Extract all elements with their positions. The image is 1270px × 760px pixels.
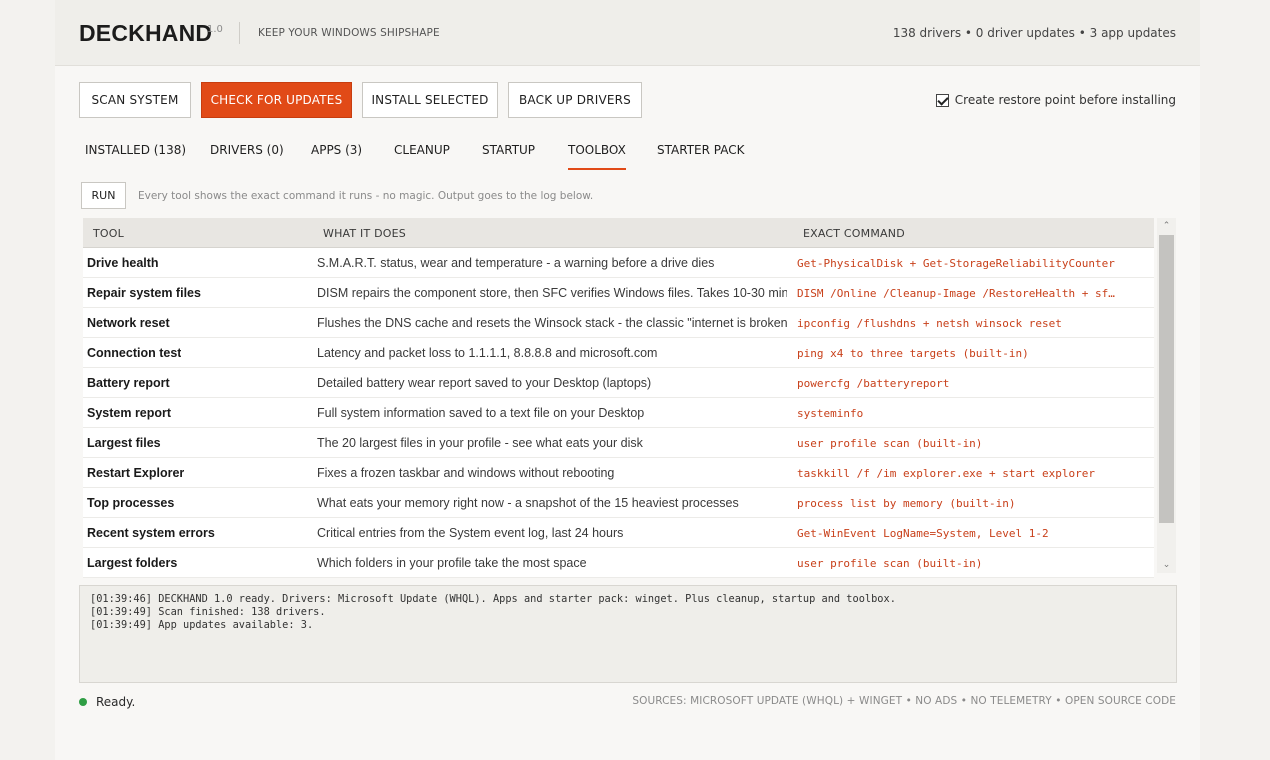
- tab-apps[interactable]: APPS (3): [311, 140, 362, 170]
- restore-point-checkbox[interactable]: [935, 93, 949, 107]
- sources-footer: SOURCES: MICROSOFT UPDATE (WHQL) + WINGE…: [632, 695, 1176, 707]
- output-log[interactable]: [01:39:46] DECKHAND 1.0 ready. Drivers: …: [79, 585, 1177, 683]
- table-row[interactable]: Repair system files DISM repairs the com…: [83, 278, 1154, 308]
- table-row[interactable]: Connection test Latency and packet loss …: [83, 338, 1154, 368]
- tool-name: Connection test: [87, 346, 182, 360]
- app-window: DECKHAND 1.0 KEEP YOUR WINDOWS SHIPSHAPE…: [55, 0, 1200, 760]
- log-line: [01:39:49] Scan finished: 138 drivers.: [90, 606, 326, 618]
- tab-toolbox[interactable]: TOOLBOX: [568, 140, 626, 170]
- toolbox-hint: Every tool shows the exact command it ru…: [138, 190, 594, 202]
- table-row[interactable]: Top processes What eats your memory righ…: [83, 488, 1154, 518]
- table-row[interactable]: Drive health S.M.A.R.T. status, wear and…: [83, 248, 1154, 278]
- table-row[interactable]: Restart Explorer Fixes a frozen taskbar …: [83, 458, 1154, 488]
- back-up-drivers-button[interactable]: BACK UP DRIVERS: [508, 82, 642, 118]
- table-row[interactable]: Recent system errors Critical entries fr…: [83, 518, 1154, 548]
- column-header-command[interactable]: EXACT COMMAND: [803, 227, 905, 240]
- tool-name: Restart Explorer: [87, 466, 185, 480]
- tab-drivers[interactable]: DRIVERS (0): [210, 140, 284, 170]
- tool-command: systeminfo: [797, 407, 864, 420]
- table-header: TOOL WHAT IT DOES EXACT COMMAND: [83, 218, 1154, 248]
- tab-startup[interactable]: STARTUP: [482, 140, 535, 170]
- tool-name: Network reset: [87, 316, 170, 330]
- tool-command: taskkill /f /im explorer.exe + start exp…: [797, 467, 1096, 480]
- status-bar: Ready.: [79, 695, 135, 709]
- status-dot-icon: [79, 698, 87, 706]
- app-tagline: KEEP YOUR WINDOWS SHIPSHAPE: [258, 27, 440, 39]
- tool-command: powercfg /batteryreport: [797, 377, 950, 390]
- tool-description: Fixes a frozen taskbar and windows witho…: [317, 466, 615, 480]
- log-line: [01:39:49] App updates available: 3.: [90, 619, 314, 631]
- header-stats: 138 drivers • 0 driver updates • 3 app u…: [892, 26, 1176, 40]
- tool-command: user profile scan (built-in): [797, 437, 983, 450]
- tool-name: Drive health: [87, 256, 159, 270]
- tool-description: Latency and packet loss to 1.1.1.1, 8.8.…: [317, 346, 658, 360]
- tool-description: Flushes the DNS cache and resets the Win…: [317, 316, 787, 330]
- scroll-thumb[interactable]: [1159, 235, 1174, 523]
- run-button[interactable]: RUN: [81, 182, 126, 209]
- header: DECKHAND 1.0 KEEP YOUR WINDOWS SHIPSHAPE…: [55, 0, 1200, 66]
- tool-description: DISM repairs the component store, then S…: [317, 286, 787, 300]
- tool-name: Top processes: [87, 496, 175, 510]
- tool-description: Full system information saved to a text …: [317, 406, 645, 420]
- tool-command: ping x4 to three targets (built-in): [797, 347, 1029, 360]
- tool-description: S.M.A.R.T. status, wear and temperature …: [317, 256, 715, 270]
- tool-description: Critical entries from the System event l…: [317, 526, 624, 540]
- table-row[interactable]: Network reset Flushes the DNS cache and …: [83, 308, 1154, 338]
- tool-description: Detailed battery wear report saved to yo…: [317, 376, 652, 390]
- app-logo: DECKHAND: [79, 20, 213, 46]
- tab-cleanup[interactable]: CLEANUP: [394, 140, 450, 170]
- log-line: [01:39:46] DECKHAND 1.0 ready. Drivers: …: [90, 593, 896, 605]
- tool-name: Battery report: [87, 376, 170, 390]
- table-row[interactable]: System report Full system information sa…: [83, 398, 1154, 428]
- tool-name: Largest files: [87, 436, 161, 450]
- tool-name: System report: [87, 406, 172, 420]
- column-header-tool[interactable]: TOOL: [93, 227, 124, 240]
- tool-command: Get-PhysicalDisk + Get-StorageReliabilit…: [797, 257, 1115, 270]
- tool-command: Get-WinEvent LogName=System, Level 1-2: [797, 527, 1049, 540]
- tab-starter-pack[interactable]: STARTER PACK: [657, 140, 744, 170]
- tool-description: What eats your memory right now - a snap…: [317, 496, 739, 510]
- table-row[interactable]: Largest files The 20 largest files in yo…: [83, 428, 1154, 458]
- tool-command: process list by memory (built-in): [797, 497, 1016, 510]
- scroll-up-icon[interactable]: ⌃: [1157, 218, 1176, 234]
- tool-command: DISM /Online /Cleanup-Image /RestoreHeal…: [797, 287, 1115, 300]
- tool-description: Which folders in your profile take the m…: [317, 556, 587, 570]
- toolbox-table: TOOL WHAT IT DOES EXACT COMMAND Drive he…: [83, 218, 1154, 578]
- tool-command: ipconfig /flushdns + netsh winsock reset: [797, 317, 1062, 330]
- header-divider: [239, 22, 240, 44]
- column-header-what[interactable]: WHAT IT DOES: [323, 227, 406, 240]
- app-version: 1.0: [207, 24, 223, 35]
- tool-command: user profile scan (built-in): [797, 557, 983, 570]
- table-row[interactable]: Largest folders Which folders in your pr…: [83, 548, 1154, 578]
- check-for-updates-button[interactable]: CHECK FOR UPDATES: [201, 82, 352, 118]
- table-scrollbar[interactable]: ⌃ ⌄: [1157, 218, 1176, 573]
- table-row[interactable]: Battery report Detailed battery wear rep…: [83, 368, 1154, 398]
- scan-system-button[interactable]: SCAN SYSTEM: [79, 82, 191, 118]
- scroll-down-icon[interactable]: ⌄: [1157, 557, 1176, 573]
- install-selected-button[interactable]: INSTALL SELECTED: [362, 82, 498, 118]
- status-text: Ready.: [96, 695, 136, 709]
- tool-name: Repair system files: [87, 286, 201, 300]
- restore-point-option[interactable]: Create restore point before installing: [935, 93, 1176, 107]
- tool-name: Largest folders: [87, 556, 178, 570]
- tool-name: Recent system errors: [87, 526, 215, 540]
- tool-description: The 20 largest files in your profile - s…: [317, 436, 643, 450]
- restore-point-label: Create restore point before installing: [954, 93, 1176, 107]
- tab-installed[interactable]: INSTALLED (138): [85, 140, 186, 170]
